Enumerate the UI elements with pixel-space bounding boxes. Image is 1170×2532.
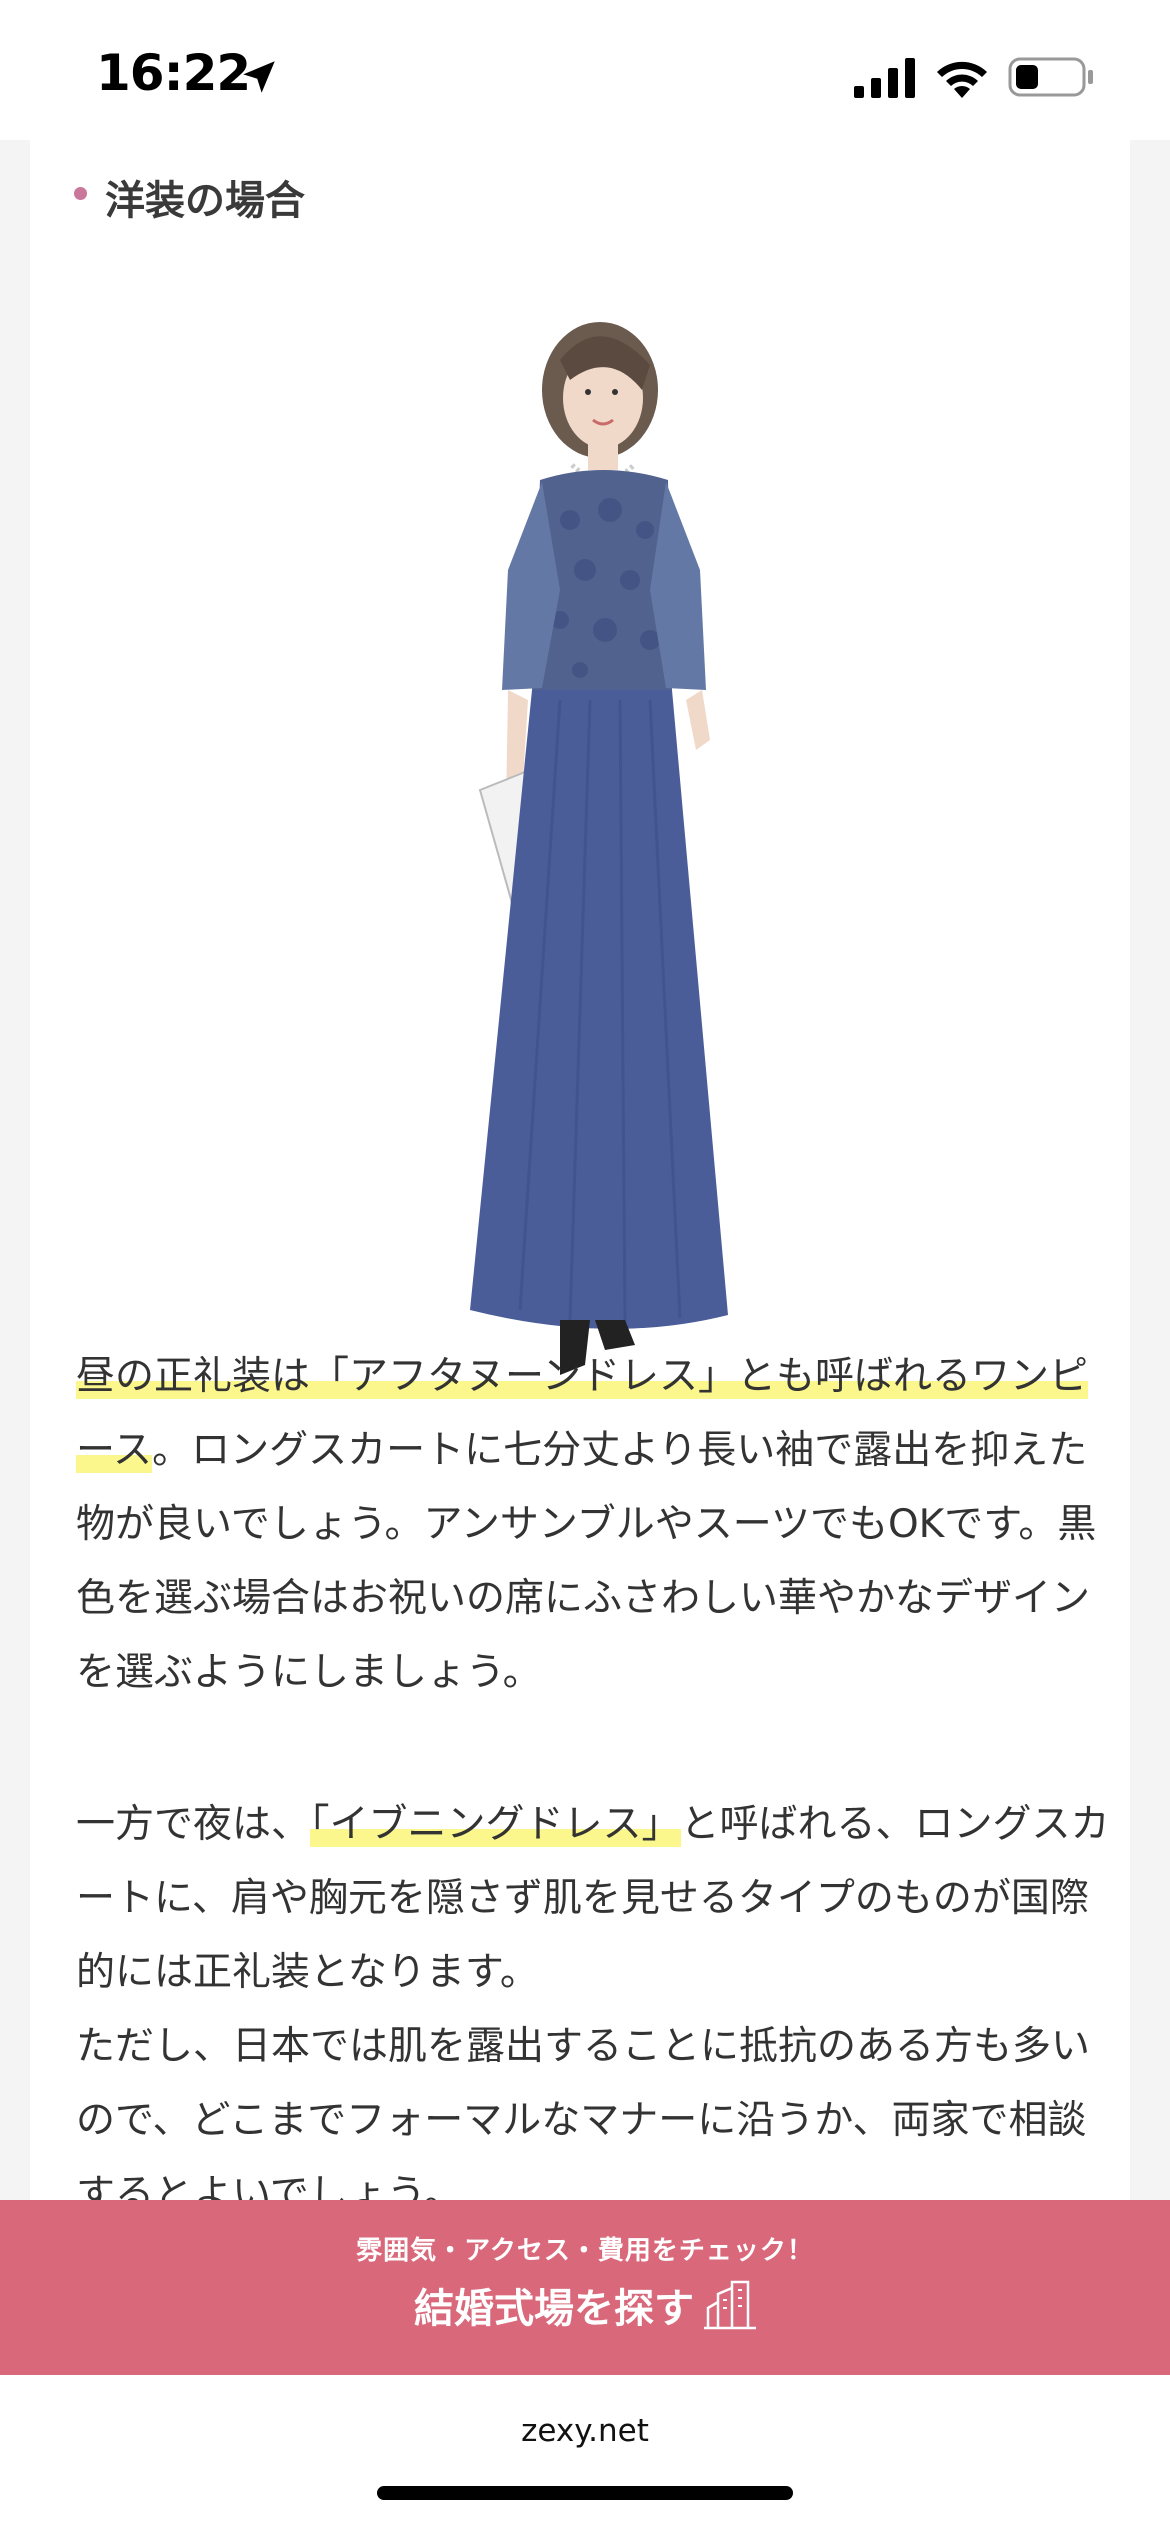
bullet-dot-icon	[74, 186, 87, 200]
section-subheading: 洋装の場合	[74, 168, 305, 226]
paragraph-text: 。ロングスカートに七分丈より長い袖で露出を抑えた物が良いでしょう。アンサンブルや…	[76, 1428, 1097, 1695]
building-icon	[704, 2280, 756, 2330]
banner-title: 結婚式場を探す	[414, 2286, 694, 2332]
subhead-text: 洋装の場合	[105, 178, 305, 224]
paragraph-afternoon-dress: 昼の正礼装は「アフタヌーンドレス」とも呼ばれるワンピース。ロングスカートに七分丈…	[76, 1340, 1116, 1710]
signal-icon	[854, 58, 915, 98]
paragraph-text: ただし、日本では肌を露出することに抵抗のある方も多いので、どこまでフォーマルなマ…	[76, 2024, 1091, 2200]
highlight-evening-dress: 「イブニングドレス」	[310, 1802, 681, 1847]
browser-bottom-bar: zexy.net	[0, 2375, 1170, 2532]
venue-search-banner[interactable]: 雰囲気・アクセス・費用をチェック！ 結婚式場を探す	[0, 2200, 1170, 2375]
home-indicator[interactable]	[377, 2486, 793, 2500]
banner-subtitle: 雰囲気・アクセス・費用をチェック！	[356, 2236, 814, 2266]
paragraph-evening-dress: 一方で夜は、「イブニングドレス」と呼ばれる、ロングスカートに、肩や胸元を隠さず肌…	[76, 1788, 1116, 2010]
url-bar[interactable]: zexy.net	[0, 2413, 1170, 2449]
paragraph-text: 一方で夜は、	[76, 1802, 311, 1847]
wifi-icon	[937, 61, 987, 98]
banner-title-row: 結婚式場を探す	[0, 2276, 1170, 2334]
battery-icon	[1008, 57, 1093, 97]
status-time: 16:22	[96, 44, 251, 102]
article-card: 洋装の場合 昼の正礼装は「アフタヌーンドレス」とも呼ばれるワンピース。ロングスカ…	[30, 140, 1130, 2200]
status-bar: 16:22	[0, 0, 1170, 140]
location-arrow-icon	[243, 61, 275, 93]
paragraph-japan-note: ただし、日本では肌を露出することに抵抗のある方も多いので、どこまでフォーマルなマ…	[76, 2010, 1116, 2200]
dress-illustration	[470, 322, 728, 1375]
